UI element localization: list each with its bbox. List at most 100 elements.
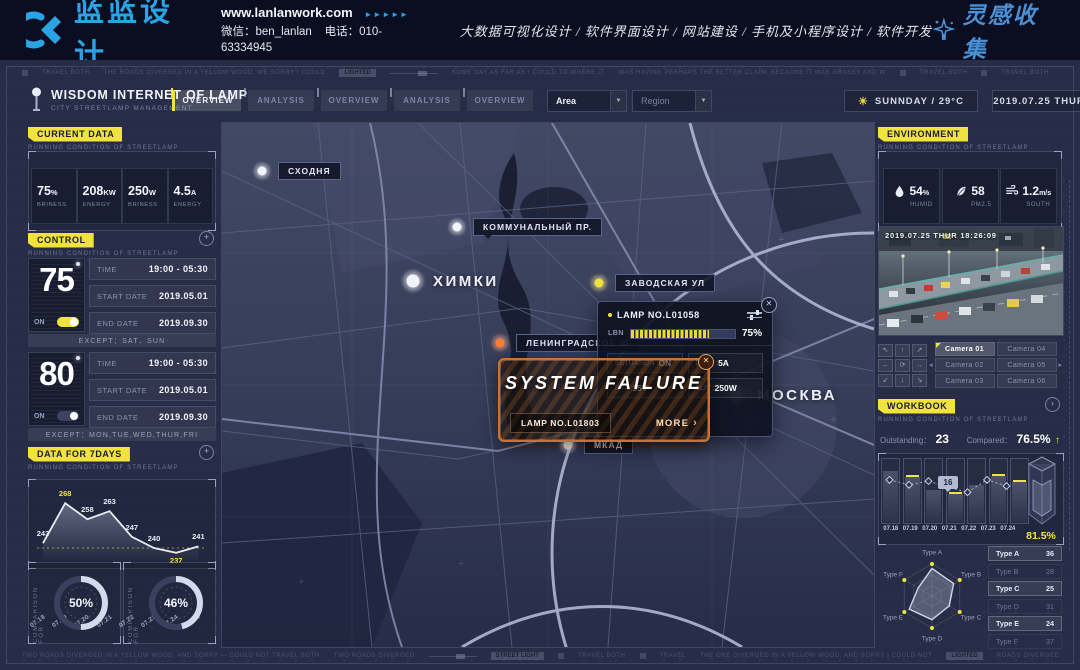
type-value: 28 xyxy=(1046,567,1054,576)
system-failure-popup: ✕ SYSTEM FAILURE LAMP NO.L01803 MORE› xyxy=(498,358,710,442)
more-button[interactable]: MORE› xyxy=(656,417,698,429)
power-toggle[interactable] xyxy=(57,411,79,421)
except-bar: EXCEPT：MON,TUE,WED,THUR,FRI xyxy=(28,428,216,441)
failure-title: SYSTEM FAILURE xyxy=(500,373,708,394)
env-stat-card: 58PM2.5 xyxy=(942,168,999,224)
type-row[interactable]: Type E24 xyxy=(988,616,1062,631)
radar-axis-label: Type B xyxy=(961,571,981,578)
time-row[interactable]: TIME 19:00 - 05:30 xyxy=(89,352,216,374)
panel-subtitle: RUNNING CONDITION OF STREETLAMP xyxy=(878,417,1062,423)
map-pin-3[interactable]: ЗАВОДСКАЯ УЛ xyxy=(589,273,715,293)
end-date-row[interactable]: END DATE 2019.09.30 xyxy=(89,406,216,428)
dpad-up-icon[interactable]: ↑ xyxy=(895,344,910,357)
region-select[interactable]: Region ▼ xyxy=(632,90,712,112)
brightness-bar[interactable] xyxy=(630,329,736,339)
city-map[interactable]: ++ ++ СХОДНЯКОММУНАЛЬНЫЙ ПР.ХИМКИЗАВОДСК… xyxy=(221,122,875,648)
bar-x-label: 07.23 xyxy=(979,526,999,532)
date-box: 2019.07.25 THUR xyxy=(992,90,1080,112)
right-edge-divider xyxy=(1069,180,1070,550)
tab-analysis-1[interactable]: ANALYSIS xyxy=(248,90,314,111)
tab-overview-4[interactable]: OVERVIEW xyxy=(467,90,533,111)
type-list: Type A36 Type B28 Type C25 Type D31 Type E24… xyxy=(988,546,1062,651)
camera-list-next-icon[interactable]: ▸ xyxy=(1059,361,1063,369)
type-row[interactable]: Type A36 xyxy=(988,546,1062,561)
dpad-down-icon[interactable]: ↓ xyxy=(895,374,910,387)
start-date-row[interactable]: START DATE 2019.05.01 xyxy=(89,379,216,401)
website-url[interactable]: www.lanlanwork.com xyxy=(221,5,353,20)
stat-label: ENERGY xyxy=(174,202,213,208)
env-value: 58 xyxy=(971,184,984,198)
settings-sliders-icon[interactable] xyxy=(747,310,762,320)
env-value: 1.2m/s xyxy=(1022,184,1051,198)
time-row[interactable]: TIME 19:00 - 05:30 xyxy=(89,258,216,280)
type-row[interactable]: Type C25 xyxy=(988,581,1062,596)
stat-label: ENERGY xyxy=(83,202,122,208)
collect-block[interactable]: 灵感收集 xyxy=(932,0,1054,64)
control-group-2: 80 ON TIME 19:00 - 05:30 START DATE 2019… xyxy=(28,352,216,424)
type-row[interactable]: Type D31 xyxy=(988,599,1062,614)
stat-unit: % xyxy=(51,188,58,197)
deco-checkbox-icon xyxy=(900,70,906,76)
brightness-value: 75% xyxy=(742,328,762,339)
env-value: 54% xyxy=(909,184,929,198)
radar-panel: Type AType BType CType DType EType F Typ… xyxy=(878,536,1062,654)
collect-label: 灵感收集 xyxy=(963,0,1054,64)
dpad-right-icon[interactable]: → xyxy=(912,359,927,372)
control-group-1: 75 ON TIME 19:00 - 05:30 START DATE 2019… xyxy=(28,258,216,330)
map-pin-icon xyxy=(589,273,609,293)
stats-frame: 75%BRINESS208KWENERGY250WBRINESS4.5AENER… xyxy=(28,151,216,231)
type-label: Type C xyxy=(996,584,1019,593)
tab-overview-0[interactable]: OVERVIEW xyxy=(172,90,241,111)
deco-slider-icon xyxy=(390,73,438,74)
contact-block: www.lanlanwork.com ►►►►► 微信：ben_lanlan 电… xyxy=(221,4,416,56)
dashboard: TRAVEL BOTHTHE ROADS DIVERGED IN A YELLO… xyxy=(0,60,1080,670)
camera-feed[interactable]: 2019.07.25 THUR 18:26:09 xyxy=(878,226,1064,336)
area-select[interactable]: Area ▼ xyxy=(547,90,627,112)
dpad-refresh-icon[interactable]: ⟳ xyxy=(895,359,910,372)
dpad-up-right-icon[interactable]: ↗ xyxy=(912,344,927,357)
tab-overview-2[interactable]: OVERVIEW xyxy=(321,90,387,111)
sun-icon: ☀ xyxy=(858,95,869,108)
dpad-down-right-icon[interactable]: ↘ xyxy=(912,374,927,387)
stat-value: 4.5A xyxy=(174,184,213,198)
bar-chart-trendline xyxy=(881,458,1021,522)
stat-card: 4.5A ENERGY xyxy=(168,168,214,224)
camera-panel: 2019.07.25 THUR 18:26:09 xyxy=(878,226,1062,388)
camera-button-6[interactable]: Camera 06 xyxy=(997,374,1057,388)
expand-plus-button[interactable]: + xyxy=(199,445,214,460)
power-toggle[interactable] xyxy=(57,317,79,327)
tab-analysis-3[interactable]: ANALYSIS xyxy=(394,90,460,111)
bar-x-label: 07.21 xyxy=(940,526,960,532)
camera-timestamp: 2019.07.25 THUR 18:26:09 xyxy=(885,231,997,240)
dpad-left-icon[interactable]: ← xyxy=(878,359,893,372)
end-date-row[interactable]: END DATE 2019.09.30 xyxy=(89,312,216,334)
start-date-row[interactable]: START DATE 2019.05.01 xyxy=(89,285,216,307)
map-pin-1[interactable]: КОММУНАЛЬНЫЙ ПР. xyxy=(447,217,602,237)
type-row[interactable]: Type F37 xyxy=(988,634,1062,649)
expand-plus-button[interactable]: + xyxy=(199,231,214,246)
map-pin-icon xyxy=(447,217,467,237)
env-label: SOUTH xyxy=(1026,202,1050,208)
close-icon[interactable]: ✕ xyxy=(761,297,777,313)
chevron-right-icon: › xyxy=(693,417,698,429)
camera-button-5[interactable]: Camera 05 xyxy=(997,358,1057,372)
dpad-up-left-icon[interactable]: ↖ xyxy=(878,344,893,357)
deco-text: TRAVEL BOTH xyxy=(920,70,968,76)
camera-button-2[interactable]: Camera 02 xyxy=(935,358,995,372)
type-value: 24 xyxy=(1046,619,1054,628)
stats-frame: 54%HUMID58PM2.51.2m/sSOUTH xyxy=(878,151,1062,231)
close-icon[interactable]: ✕ xyxy=(698,354,714,370)
dpad-down-left-icon[interactable]: ↙ xyxy=(878,374,893,387)
type-row[interactable]: Type B28 xyxy=(988,564,1062,579)
date-text: 2019.07.25 THUR xyxy=(993,96,1080,107)
map-pin-2[interactable]: ХИМКИ xyxy=(400,268,499,294)
camera-button-1[interactable]: Camera 01 xyxy=(935,342,995,356)
expand-arrow-button[interactable]: › xyxy=(1045,397,1060,412)
camera-list-prev-icon[interactable]: ◂ xyxy=(929,361,933,369)
bar-x-label: 07.19 xyxy=(901,526,921,532)
top-banner: 蓝蓝设计 www.lanlanwork.com ►►►►► 微信：ben_lan… xyxy=(0,0,1080,60)
camera-button-4[interactable]: Camera 04 xyxy=(997,342,1057,356)
camera-button-3[interactable]: Camera 03 xyxy=(935,374,995,388)
map-pin-0[interactable]: СХОДНЯ xyxy=(252,161,341,181)
workbook-panel: WORKBOOK › RUNNING CONDITION OF STREETLA… xyxy=(878,396,1062,545)
